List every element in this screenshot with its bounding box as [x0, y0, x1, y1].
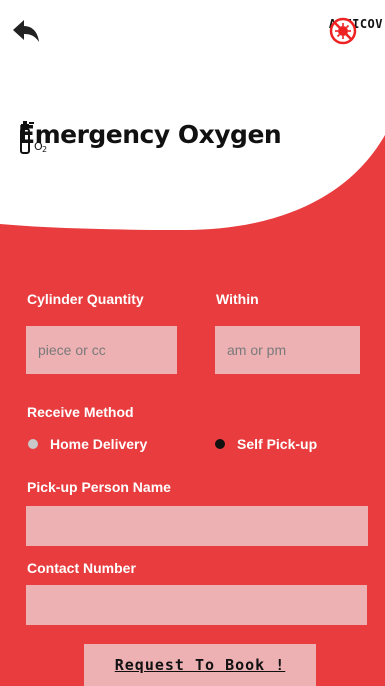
within-input[interactable]: am or pm — [215, 326, 360, 374]
virus-prohibited-icon — [329, 17, 357, 45]
radio-dot-selected — [215, 439, 225, 449]
radio-home-delivery-label: Home Delivery — [50, 436, 148, 452]
within-label: Within — [216, 291, 259, 307]
pickup-person-name-input[interactable] — [26, 506, 368, 546]
radio-home-delivery[interactable]: Home Delivery — [28, 436, 147, 452]
header-area: ANTICOV O 2 Emergency Oxygen — [0, 0, 385, 240]
back-button[interactable] — [12, 18, 40, 44]
page-title-text: Emergency Oxygen — [18, 120, 282, 149]
cylinder-quantity-input[interactable]: piece or cc — [26, 326, 177, 374]
request-to-book-button[interactable]: Request To Book ! — [84, 644, 316, 686]
pickup-person-name-label: Pick-up Person Name — [27, 479, 171, 495]
radio-self-pickup-label: Self Pick-up — [237, 436, 318, 452]
page-title: O 2 Emergency Oxygen — [18, 120, 282, 154]
back-arrow-icon — [13, 20, 39, 42]
brand: ANTICOV — [329, 17, 383, 45]
oxygen-cylinder-icon: O 2 — [20, 121, 47, 154]
contact-number-label: Contact Number — [27, 560, 136, 576]
request-to-book-label: Request To Book ! — [114, 656, 286, 674]
cylinder-quantity-label: Cylinder Quantity — [27, 291, 144, 307]
receive-method-label: Receive Method — [27, 404, 134, 420]
radio-self-pickup[interactable]: Self Pick-up — [215, 436, 317, 452]
within-placeholder: am or pm — [227, 342, 287, 358]
radio-dot-unselected — [28, 439, 38, 449]
cylinder-quantity-placeholder: piece or cc — [38, 342, 106, 358]
contact-number-input[interactable] — [26, 585, 367, 625]
svg-text:2: 2 — [42, 145, 47, 154]
